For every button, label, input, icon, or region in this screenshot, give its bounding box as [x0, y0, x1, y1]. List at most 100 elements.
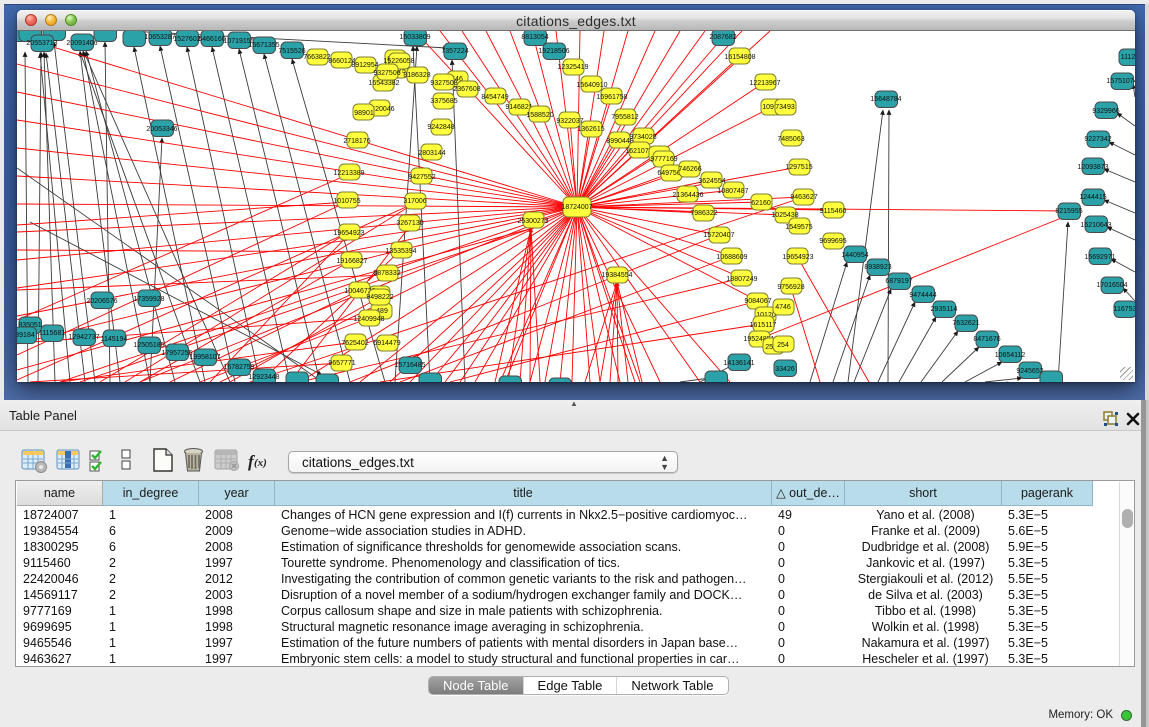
- svg-text:2087682: 2087682: [709, 34, 736, 41]
- svg-text:12409948: 12409948: [353, 316, 384, 323]
- svg-text:8938923: 8938923: [864, 264, 891, 271]
- svg-text:20206576: 20206576: [86, 298, 117, 305]
- svg-text:3375685: 3375685: [430, 98, 457, 105]
- svg-text:2718176: 2718176: [343, 138, 370, 145]
- svg-text:2935114: 2935114: [931, 306, 958, 313]
- svg-text:1244415: 1244415: [1079, 194, 1106, 201]
- svg-text:20091406: 20091406: [66, 40, 97, 47]
- svg-text:39184: 39184: [17, 332, 35, 339]
- svg-text:7955812: 7955812: [611, 114, 638, 121]
- svg-text:254: 254: [777, 342, 789, 349]
- svg-text:7632621: 7632621: [952, 320, 979, 327]
- svg-text:12213967: 12213967: [749, 80, 780, 87]
- svg-text:12942737: 12942737: [68, 334, 99, 341]
- svg-text:9498222: 9498222: [366, 294, 393, 301]
- svg-text:9756928: 9756928: [777, 284, 804, 291]
- svg-text:15692971: 15692971: [1084, 254, 1115, 261]
- svg-text:16543382: 16543382: [368, 80, 399, 87]
- svg-text:12923448: 12923448: [248, 374, 279, 381]
- svg-text:10653287: 10653287: [144, 34, 175, 41]
- svg-text:73493: 73493: [775, 104, 795, 111]
- svg-text:8912954: 8912954: [351, 62, 378, 69]
- svg-text:18724007: 18724007: [561, 204, 592, 211]
- svg-text:19654923: 19654923: [782, 254, 813, 261]
- svg-text:116753: 116753: [1114, 306, 1135, 313]
- svg-text:10688609: 10688609: [716, 254, 747, 261]
- svg-text:8813054: 8813054: [521, 34, 548, 41]
- svg-text:9777169: 9777169: [650, 156, 677, 163]
- svg-text:1145194: 1145194: [101, 336, 128, 343]
- svg-text:13535394: 13535394: [385, 248, 416, 255]
- svg-text:10654112: 10654112: [995, 352, 1026, 359]
- svg-text:2803144: 2803144: [418, 150, 445, 157]
- svg-text:19166827: 19166827: [336, 258, 367, 265]
- svg-text:12505185: 12505185: [133, 342, 164, 349]
- svg-text:9657771: 9657771: [328, 360, 355, 367]
- svg-text:9227342: 9227342: [1084, 136, 1111, 143]
- svg-text:16154808: 16154808: [724, 54, 755, 61]
- svg-text:9327506: 9327506: [373, 70, 400, 77]
- svg-text:8215955: 8215955: [1055, 208, 1082, 215]
- svg-text:1440954: 1440954: [841, 252, 868, 259]
- svg-text:16782759: 16782759: [223, 364, 254, 371]
- svg-text:19958107: 19958107: [189, 354, 220, 361]
- svg-text:33426: 33426: [775, 366, 795, 373]
- svg-text:16961758: 16961758: [596, 94, 627, 101]
- svg-text:12325419: 12325419: [557, 64, 588, 71]
- svg-text:9427552: 9427552: [408, 174, 435, 181]
- svg-text:16210643: 16210643: [1080, 222, 1111, 229]
- svg-text:20053346: 20053346: [146, 126, 177, 133]
- svg-text:8454749: 8454749: [481, 94, 508, 101]
- svg-text:98901: 98901: [354, 110, 374, 117]
- svg-text:18807249: 18807249: [726, 276, 757, 283]
- svg-text:19654923: 19654923: [333, 230, 364, 237]
- svg-text:20553713: 20553713: [26, 40, 57, 47]
- svg-text:9734028: 9734028: [629, 134, 656, 141]
- svg-text:1297515: 1297515: [785, 164, 812, 171]
- svg-text:1362615: 1362615: [577, 126, 604, 133]
- svg-text:6879197: 6879197: [885, 278, 912, 285]
- svg-text:7485063: 7485063: [777, 136, 804, 143]
- svg-text:9084067: 9084067: [744, 298, 771, 305]
- svg-text:15751074: 15751074: [1106, 78, 1135, 85]
- svg-text:6466160: 6466160: [198, 36, 225, 43]
- svg-text:19384554: 19384554: [601, 272, 632, 279]
- svg-text:15716485: 15716485: [394, 362, 425, 369]
- svg-text:25300273: 25300273: [517, 218, 548, 225]
- svg-text:21364436: 21364436: [672, 192, 703, 199]
- svg-text:8186328: 8186328: [403, 72, 430, 79]
- svg-text:16033809: 16033809: [399, 34, 430, 41]
- svg-text:7625402: 7625402: [341, 340, 368, 347]
- svg-text:12213389: 12213389: [333, 170, 364, 177]
- svg-text:7357224: 7357224: [441, 48, 468, 55]
- svg-text:1527602: 1527602: [173, 36, 200, 43]
- svg-text:7515526: 7515526: [278, 48, 305, 55]
- svg-text:19218506: 19218506: [538, 48, 569, 55]
- svg-text:16671355: 16671355: [248, 42, 279, 49]
- svg-text:746266: 746266: [678, 166, 701, 173]
- svg-text:6914479: 6914479: [373, 340, 400, 347]
- svg-text:9322037: 9322037: [556, 118, 583, 125]
- svg-text:9699695: 9699695: [819, 238, 846, 245]
- svg-text:10807487: 10807487: [717, 188, 748, 195]
- svg-text:317006: 317006: [403, 198, 426, 205]
- svg-text:2367608: 2367608: [453, 86, 480, 93]
- svg-text:1115681: 1115681: [39, 330, 65, 337]
- svg-text:9245652: 9245652: [1016, 368, 1043, 375]
- svg-text:9329966: 9329966: [1092, 108, 1119, 115]
- svg-text:8471676: 8471676: [973, 336, 1000, 343]
- svg-text:7986322: 7986322: [690, 210, 717, 217]
- svg-text:11123: 11123: [1121, 54, 1135, 61]
- svg-text:1615117: 1615117: [750, 322, 777, 329]
- svg-text:16648784: 16648784: [870, 96, 901, 103]
- svg-text:62160: 62160: [751, 200, 771, 207]
- svg-text:12093873: 12093873: [1077, 164, 1108, 171]
- svg-text:8878332: 8878332: [373, 270, 400, 277]
- svg-text:4746: 4746: [775, 304, 791, 311]
- svg-text:17016504: 17016504: [1096, 282, 1127, 289]
- svg-text:1588520: 1588520: [526, 112, 553, 119]
- svg-text:15720407: 15720407: [703, 232, 734, 239]
- svg-text:9474444: 9474444: [909, 292, 936, 299]
- svg-text:3624554: 3624554: [698, 178, 725, 185]
- svg-text:9115460: 9115460: [820, 208, 847, 215]
